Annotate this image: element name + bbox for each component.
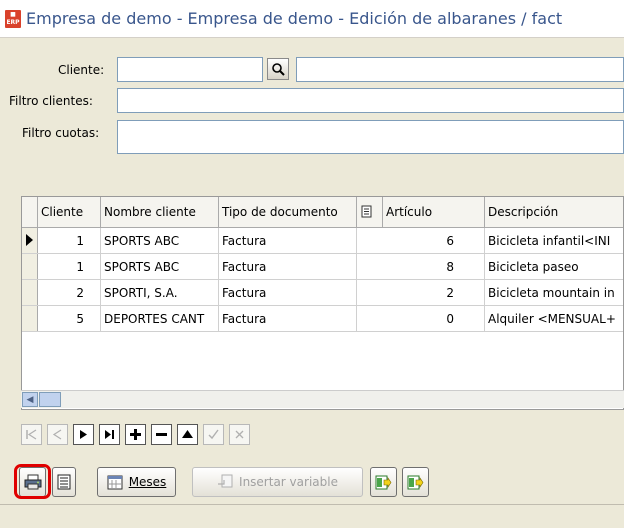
magnifier-icon (272, 63, 285, 76)
cliente-code-input[interactable] (117, 57, 263, 82)
cell-tipo-documento[interactable]: Factura (219, 280, 357, 305)
col-header-articulo[interactable]: Artículo (383, 197, 485, 227)
meses-button[interactable]: Meses (97, 467, 176, 497)
highlight-ring (14, 464, 51, 499)
insertar-variable-label: Insertar variable (239, 475, 338, 489)
cell-doc-flag[interactable] (357, 280, 383, 305)
search-client-button[interactable] (267, 58, 289, 80)
prior-record-icon (52, 429, 62, 440)
nav-insert-button[interactable] (125, 424, 146, 445)
cell-nombre-cliente[interactable]: SPORTI, S.A. (101, 280, 219, 305)
cell-nombre-cliente[interactable]: SPORTS ABC (101, 254, 219, 279)
table-row[interactable]: 2 SPORTI, S.A. Factura 2 Bicicleta mount… (22, 280, 623, 306)
data-grid[interactable]: Cliente Nombre cliente Tipo de documento… (21, 196, 624, 410)
export-excel-icon (375, 475, 392, 489)
first-record-icon (26, 429, 37, 440)
col-header-nombre-cliente[interactable]: Nombre cliente (101, 197, 219, 227)
row-indicator (22, 280, 38, 305)
cell-doc-flag[interactable] (357, 228, 383, 253)
last-record-icon (105, 430, 114, 439)
cell-doc-flag[interactable] (357, 306, 383, 331)
checkmark-icon (208, 429, 219, 440)
next-record-icon (80, 430, 87, 439)
status-separator (0, 504, 624, 505)
cell-cliente[interactable]: 5 (38, 306, 101, 331)
erp-app-icon: ■ ERP (5, 9, 21, 28)
col-header-descripcion[interactable]: Descripción (485, 197, 623, 227)
document-icon (361, 205, 372, 218)
table-row[interactable]: 1 SPORTS ABC Factura 6 Bicicleta infanti… (22, 228, 623, 254)
cell-cliente[interactable]: 1 (38, 254, 101, 279)
nav-post-button[interactable] (203, 424, 224, 445)
cell-nombre-cliente[interactable]: DEPORTES CANT (101, 306, 219, 331)
calendar-icon (107, 475, 123, 490)
nav-edit-button[interactable] (177, 424, 198, 445)
list-view-button[interactable] (52, 467, 76, 497)
filtro-clientes-input[interactable] (117, 88, 624, 113)
nav-first-button[interactable] (21, 424, 42, 445)
insertar-variable-button[interactable]: Insertar variable (192, 467, 363, 497)
cell-cliente[interactable]: 1 (38, 228, 101, 253)
col-header-tipo-documento[interactable]: Tipo de documento (219, 197, 357, 227)
up-arrow-icon (182, 430, 193, 438)
export-excel-button[interactable] (370, 467, 397, 497)
cell-articulo[interactable]: 0 (383, 306, 485, 331)
insert-variable-icon (218, 474, 233, 488)
grid-header: Cliente Nombre cliente Tipo de documento… (22, 197, 623, 228)
nav-next-button[interactable] (73, 424, 94, 445)
header-indicator-cell (22, 197, 38, 227)
filtro-clientes-label: Filtro clientes: (9, 94, 93, 108)
scroll-left-arrow-icon[interactable]: ◀ (22, 392, 38, 407)
cell-nombre-cliente[interactable]: SPORTS ABC (101, 228, 219, 253)
cell-tipo-documento[interactable]: Factura (219, 306, 357, 331)
cell-doc-flag[interactable] (357, 254, 383, 279)
cliente-name-input[interactable] (296, 57, 624, 82)
list-document-icon (57, 474, 71, 490)
cancel-x-icon (235, 430, 244, 439)
filtro-cuotas-label: Filtro cuotas: (22, 126, 100, 140)
scroll-thumb[interactable] (39, 392, 61, 407)
nav-last-button[interactable] (99, 424, 120, 445)
cell-tipo-documento[interactable]: Factura (219, 228, 357, 253)
cell-articulo[interactable]: 8 (383, 254, 485, 279)
nav-cancel-button[interactable] (229, 424, 250, 445)
row-indicator (22, 306, 38, 331)
col-header-doc-icon[interactable] (357, 197, 383, 227)
minus-icon (156, 433, 167, 436)
cell-articulo[interactable]: 6 (383, 228, 485, 253)
current-row-arrow-icon (26, 234, 33, 246)
export-button-2[interactable] (402, 467, 429, 497)
col-header-cliente[interactable]: Cliente (38, 197, 101, 227)
nav-delete-button[interactable] (151, 424, 172, 445)
window-title: Empresa de demo - Empresa de demo - Edic… (26, 9, 563, 28)
table-row[interactable]: 5 DEPORTES CANT Factura 0 Alquiler <MENS… (22, 306, 623, 332)
cell-descripcion[interactable]: Alquiler <MENSUAL+ (485, 306, 623, 331)
title-bar: ■ ERP Empresa de demo - Empresa de demo -… (0, 0, 624, 38)
nav-prior-button[interactable] (47, 424, 68, 445)
row-indicator (22, 228, 38, 253)
cell-articulo[interactable]: 2 (383, 280, 485, 305)
meses-label: Meses (128, 475, 167, 489)
export-arrow-icon (407, 475, 424, 489)
row-indicator (22, 254, 38, 279)
cell-descripcion[interactable]: Bicicleta paseo (485, 254, 623, 279)
table-row[interactable]: 1 SPORTS ABC Factura 8 Bicicleta paseo (22, 254, 623, 280)
filtro-cuotas-input[interactable] (117, 120, 624, 154)
horizontal-scrollbar[interactable]: ◀ (21, 390, 624, 408)
cell-tipo-documento[interactable]: Factura (219, 254, 357, 279)
plus-icon (130, 429, 141, 440)
cliente-label: Cliente: (58, 63, 105, 77)
cell-descripcion[interactable]: Bicicleta mountain in (485, 280, 623, 305)
cell-cliente[interactable]: 2 (38, 280, 101, 305)
cell-descripcion[interactable]: Bicicleta infantil<INI (485, 228, 623, 253)
